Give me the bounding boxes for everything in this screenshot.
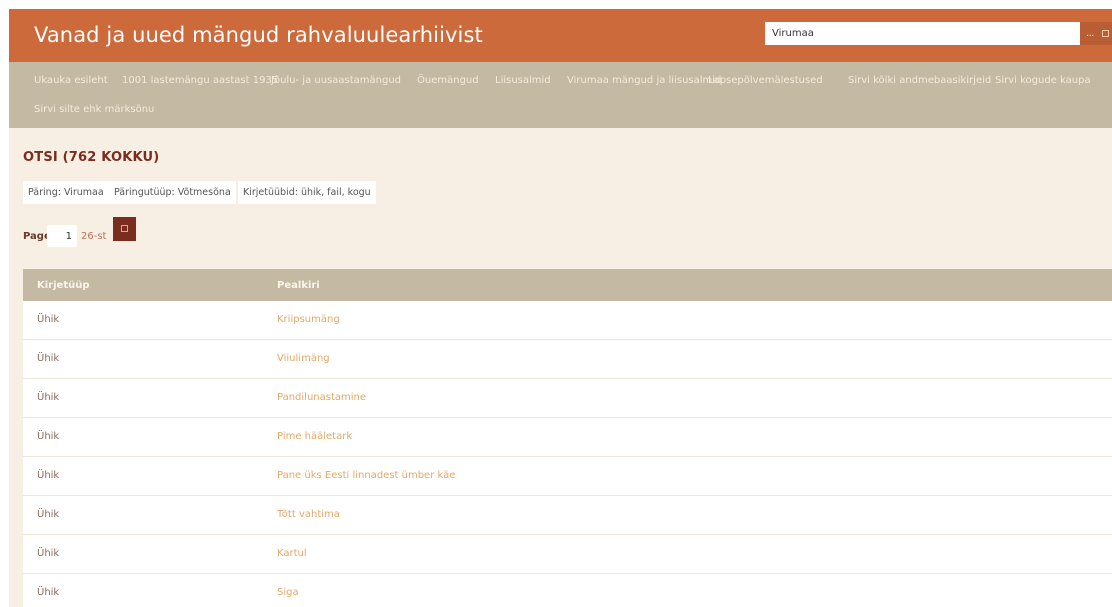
filter-chip-record-types[interactable]: Kirjetüübid: ühik, fail, kogu — [238, 181, 376, 204]
search-icon — [1102, 30, 1109, 37]
nav-item-home[interactable]: Ukauka esileht — [34, 75, 108, 86]
table-row: Ühik Tõtt vahtima — [23, 496, 1112, 535]
cell-record-type: Ühik — [37, 548, 60, 559]
table-row: Ühik Viiulimäng — [23, 340, 1112, 379]
nav-item-browse-collections[interactable]: Sirvi kogude kaupa — [995, 75, 1091, 86]
search-submit-button[interactable] — [1100, 22, 1112, 45]
cell-title-link[interactable]: Pane üks Eesti linnadest ümber käe — [277, 470, 455, 481]
nav-item-childhood-memories[interactable]: Lapsepõlvemälestused — [708, 75, 823, 86]
nav-item-counting-rhymes[interactable]: Liisusalmid — [495, 75, 551, 86]
go-icon — [121, 225, 128, 232]
results-table: Kirjetüüp Pealkiri Ühik Kriipsumäng Ühik… — [23, 269, 1112, 607]
nav-item-1001-games[interactable]: 1001 lastemängu aastast 1935 — [122, 75, 278, 86]
page-title: OTSI (762 KOKKU) — [23, 150, 160, 165]
search-input[interactable] — [765, 22, 1080, 45]
advanced-search-button[interactable]: ... — [1080, 22, 1100, 45]
cell-title-link[interactable]: Viiulimäng — [277, 353, 330, 364]
site-header: Vanad ja uued mängud rahvaluulearhiivist… — [9, 9, 1112, 62]
main-content: OTSI (762 KOKKU) Päring: Virumaa Päringu… — [9, 128, 1112, 607]
main-navigation: Ukauka esileht 1001 lastemängu aastast 1… — [9, 62, 1112, 128]
cell-record-type: Ühik — [37, 509, 60, 520]
cell-record-type: Ühik — [37, 587, 60, 598]
cell-title-link[interactable]: Kartul — [277, 548, 307, 559]
nav-item-browse-tags[interactable]: Sirvi silte ehk märksõnu — [34, 104, 154, 115]
table-row: Ühik Kartul — [23, 535, 1112, 574]
cell-record-type: Ühik — [37, 392, 60, 403]
table-row: Ühik Pime hääletark — [23, 418, 1112, 457]
table-row: Ühik Kriipsumäng — [23, 301, 1112, 340]
page-number-input[interactable] — [47, 225, 77, 247]
nav-item-browse-all[interactable]: Sirvi kõiki andmebaasikirjeid — [848, 75, 991, 86]
nav-item-christmas-games[interactable]: Jõulu- ja uusaastamängud — [271, 75, 401, 86]
column-header-type[interactable]: Kirjetüüp — [37, 280, 90, 291]
table-header: Kirjetüüp Pealkiri — [23, 269, 1112, 301]
table-row: Ühik Pane üks Eesti linnadest ümber käe — [23, 457, 1112, 496]
page-go-button[interactable] — [113, 217, 136, 241]
top-strip — [0, 0, 1112, 9]
site-title[interactable]: Vanad ja uued mängud rahvaluulearhiivist — [34, 23, 483, 47]
cell-record-type: Ühik — [37, 314, 60, 325]
filter-chip-query[interactable]: Päring: Virumaa — [23, 181, 109, 204]
cell-record-type: Ühik — [37, 353, 60, 364]
pager-total: 26-st — [81, 231, 107, 242]
table-row: Ühik Pandilunastamine — [23, 379, 1112, 418]
cell-record-type: Ühik — [37, 431, 60, 442]
nav-item-outdoor-games[interactable]: Õuemängud — [417, 75, 479, 86]
cell-title-link[interactable]: Siga — [277, 587, 299, 598]
table-row: Ühik Siga — [23, 574, 1112, 607]
column-header-title[interactable]: Pealkiri — [277, 280, 320, 291]
cell-title-link[interactable]: Pime hääletark — [277, 431, 352, 442]
cell-title-link[interactable]: Kriipsumäng — [277, 314, 340, 325]
cell-title-link[interactable]: Pandilunastamine — [277, 392, 366, 403]
search-bar: ... — [765, 22, 1112, 45]
nav-item-virumaa-games[interactable]: Virumaa mängud ja liisusalmid — [567, 75, 721, 86]
cell-record-type: Ühik — [37, 470, 60, 481]
filter-chip-query-type[interactable]: Päringutüüp: Võtmesõna — [109, 181, 236, 204]
cell-title-link[interactable]: Tõtt vahtima — [277, 509, 340, 520]
